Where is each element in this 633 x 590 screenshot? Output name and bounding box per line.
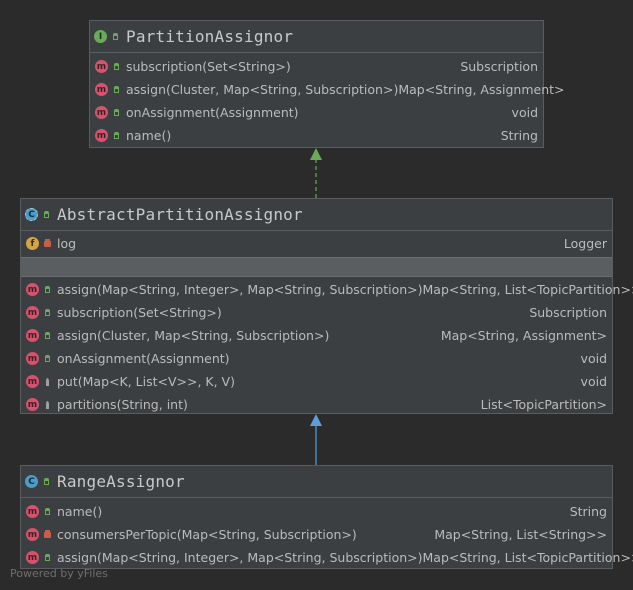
method-type: void	[580, 374, 607, 389]
method-row[interactable]: m subscription(Set<String>) Subscription	[21, 301, 612, 324]
public-visibility-icon	[42, 507, 52, 517]
method-icon: m	[26, 505, 39, 518]
abstract-partition-assignor-title: AbstractPartitionAssignor	[57, 205, 303, 224]
public-visibility-icon	[111, 62, 121, 72]
method-name: assign(Map<String, Integer>, Map<String,…	[57, 282, 423, 297]
method-type: String	[500, 128, 538, 143]
field-icon: f	[26, 237, 39, 250]
method-row[interactable]: m name() String	[90, 124, 543, 147]
field-row[interactable]: f log Logger	[21, 232, 612, 255]
public-visibility-icon	[111, 108, 121, 118]
package-visibility-icon	[42, 400, 52, 410]
method-row[interactable]: m name() String	[21, 500, 612, 523]
public-visibility-icon	[110, 32, 120, 42]
range-assignor-box[interactable]: C RangeAssignor m name() String m consum…	[20, 465, 633, 569]
method-type: Map<String, List<String>>	[434, 527, 607, 542]
method-type: String	[569, 504, 607, 519]
method-name: name()	[57, 504, 103, 519]
method-name: subscription(Set<String>)	[57, 305, 222, 320]
method-row[interactable]: m assign(Map<String, Integer>, Map<Strin…	[21, 546, 633, 569]
abstract-partition-assignor-fields: f log Logger	[21, 231, 612, 255]
method-name: onAssignment(Assignment)	[57, 351, 230, 366]
public-visibility-icon	[42, 354, 52, 364]
method-icon: m	[26, 375, 39, 388]
range-assignor-header: C RangeAssignor	[21, 466, 612, 498]
public-visibility-icon	[42, 553, 52, 563]
abstract-partition-assignor-box[interactable]: C AbstractPartitionAssignor f log Logger…	[20, 198, 633, 416]
method-icon: m	[26, 352, 39, 365]
method-row[interactable]: m assign(Map<String, Integer>, Map<Strin…	[21, 278, 633, 301]
method-icon: m	[26, 528, 39, 541]
method-name: put(Map<K, List<V>>, K, V)	[57, 374, 235, 389]
method-type: Map<String, Assignment>	[398, 82, 565, 97]
method-row[interactable]: m put(Map<K, List<V>>, K, V) void	[21, 370, 612, 393]
method-row[interactable]: m partitions(String, int) List<TopicPart…	[21, 393, 612, 416]
method-name: assign(Cluster, Map<String, Subscription…	[126, 82, 399, 97]
method-row[interactable]: m onAssignment(Assignment) void	[90, 101, 543, 124]
method-row[interactable]: m consumersPerTopic(Map<String, Subscrip…	[21, 523, 612, 546]
method-name: partitions(String, int)	[57, 397, 188, 412]
method-icon: m	[95, 83, 108, 96]
realization-arrow-head	[310, 148, 322, 160]
method-icon: m	[26, 283, 39, 296]
abstract-partition-assignor-methods: m assign(Map<String, Integer>, Map<Strin…	[21, 277, 633, 416]
interface-icon: I	[94, 30, 107, 43]
method-row[interactable]: m onAssignment(Assignment) void	[21, 347, 612, 370]
partition-assignor-methods: m subscription(Set<String>) Subscription…	[90, 53, 565, 147]
public-visibility-icon	[41, 210, 51, 220]
method-type: void	[580, 351, 607, 366]
method-type: Subscription	[460, 59, 538, 74]
method-type: List<TopicPartition>	[480, 397, 607, 412]
method-type: Map<String, List<TopicPartition>>	[422, 550, 633, 565]
class-icon: C	[25, 475, 38, 488]
method-name: assign(Map<String, Integer>, Map<String,…	[57, 550, 423, 565]
method-type: Subscription	[529, 305, 607, 320]
method-name: name()	[126, 128, 172, 143]
public-visibility-icon	[111, 131, 121, 141]
constructor-separator	[21, 257, 612, 277]
method-type: Map<String, List<TopicPartition>>	[422, 282, 633, 297]
method-name: assign(Cluster, Map<String, Subscription…	[57, 328, 330, 343]
method-type: Map<String, Assignment>	[440, 328, 607, 343]
method-icon: m	[26, 398, 39, 411]
method-row[interactable]: m assign(Cluster, Map<String, Subscripti…	[90, 78, 565, 101]
private-visibility-icon	[42, 239, 52, 249]
method-name: consumersPerTopic(Map<String, Subscripti…	[57, 527, 357, 542]
package-visibility-icon	[42, 377, 52, 387]
range-assignor-title: RangeAssignor	[57, 472, 185, 491]
method-icon: m	[26, 551, 39, 564]
method-name: onAssignment(Assignment)	[126, 105, 299, 120]
public-visibility-icon	[42, 308, 52, 318]
range-assignor-methods: m name() String m consumersPerTopic(Map<…	[21, 498, 633, 569]
method-icon: m	[26, 329, 39, 342]
method-name: subscription(Set<String>)	[126, 59, 291, 74]
public-visibility-icon	[42, 285, 52, 295]
method-type: void	[511, 105, 538, 120]
partition-assignor-box[interactable]: I PartitionAssignor m subscription(Set<S…	[89, 20, 565, 148]
public-visibility-icon	[42, 331, 52, 341]
field-type: Logger	[563, 236, 607, 251]
private-visibility-icon	[42, 530, 52, 540]
public-visibility-icon	[41, 477, 51, 487]
abstract-partition-assignor-header: C AbstractPartitionAssignor	[21, 199, 612, 231]
abstract-class-icon: C	[25, 208, 38, 221]
method-icon: m	[95, 106, 108, 119]
powered-by-footer: Powered by yFiles	[10, 567, 108, 580]
partition-assignor-header: I PartitionAssignor	[90, 21, 543, 53]
method-icon: m	[95, 129, 108, 142]
method-icon: m	[95, 60, 108, 73]
method-icon: m	[26, 306, 39, 319]
method-row[interactable]: m assign(Cluster, Map<String, Subscripti…	[21, 324, 612, 347]
method-row[interactable]: m subscription(Set<String>) Subscription	[90, 55, 543, 78]
partition-assignor-title: PartitionAssignor	[126, 27, 294, 46]
public-visibility-icon	[111, 85, 121, 95]
field-name: log	[57, 236, 77, 251]
